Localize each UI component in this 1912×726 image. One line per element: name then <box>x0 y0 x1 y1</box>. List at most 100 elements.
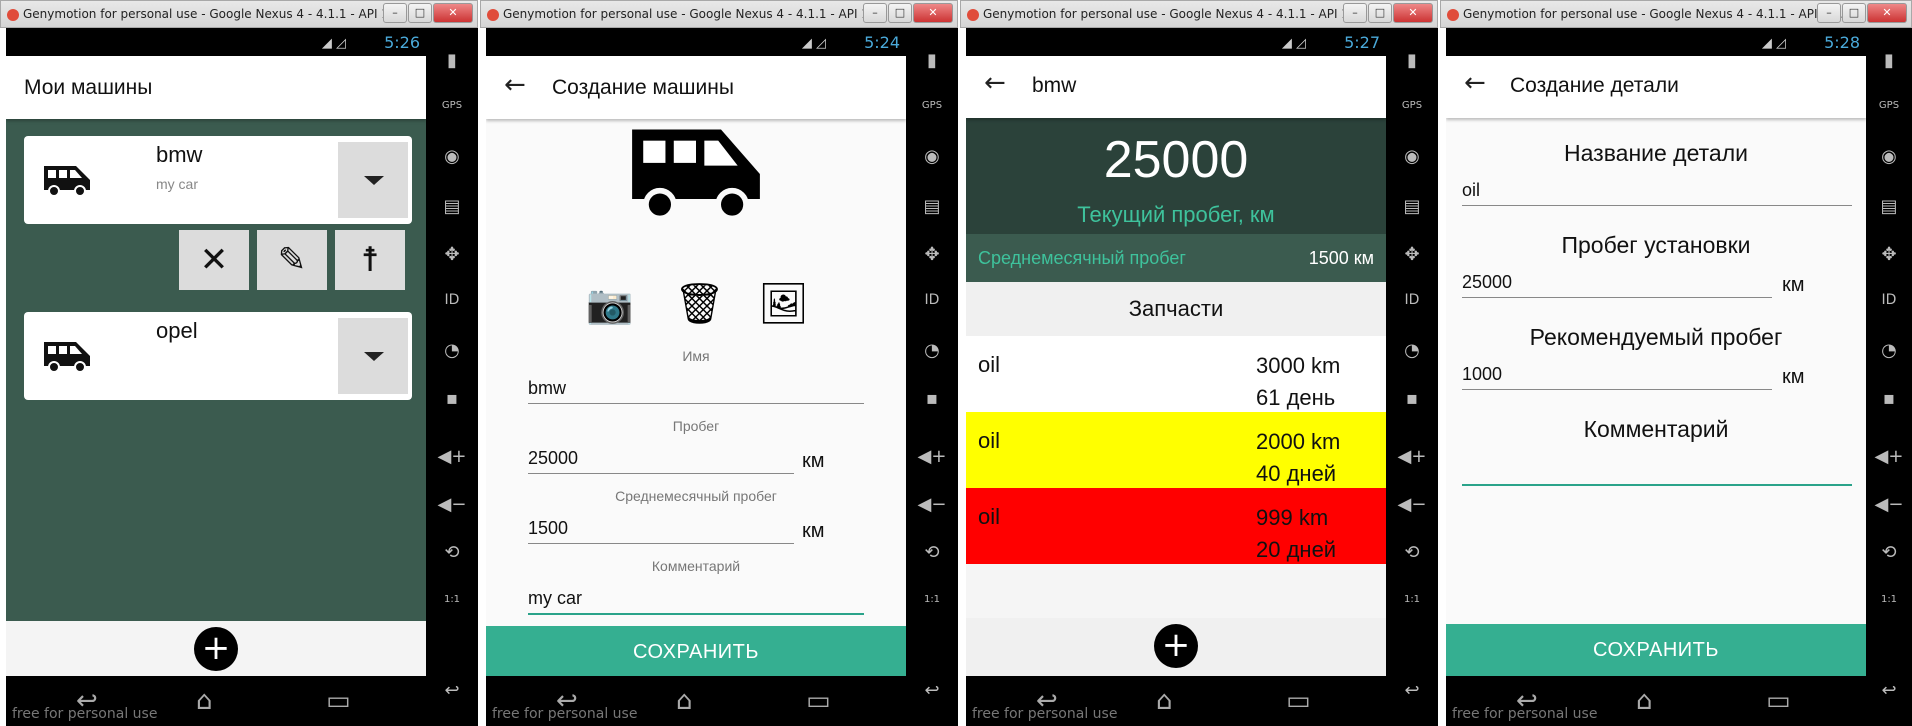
expand-dropdown-button[interactable] <box>338 318 408 394</box>
volume-up-icon[interactable]: ◀+ <box>1386 446 1438 467</box>
video-icon[interactable]: ▤ <box>1866 196 1912 217</box>
back-arrow-icon[interactable]: ← <box>504 70 526 100</box>
window-titlebar[interactable]: Genymotion for personal use - Google Nex… <box>480 0 958 28</box>
id-icon[interactable]: ID <box>906 292 958 308</box>
gps-icon[interactable]: GPS <box>426 100 478 111</box>
recents-nav-icon[interactable]: ▭ <box>806 686 831 716</box>
minimize-button[interactable]: – <box>1817 3 1841 23</box>
gps-icon[interactable]: GPS <box>1866 100 1912 111</box>
mileage-input[interactable]: 25000 <box>528 448 794 474</box>
sms-icon[interactable]: ▪ <box>1866 388 1912 409</box>
maximize-button[interactable]: □ <box>408 3 432 23</box>
save-button[interactable]: СОХРАНИТЬ <box>1446 624 1866 676</box>
cast-icon[interactable]: ◔ <box>1386 340 1438 361</box>
sms-icon[interactable]: ▪ <box>906 388 958 409</box>
gps-icon[interactable]: GPS <box>1386 100 1438 111</box>
id-icon[interactable]: ID <box>1386 292 1438 308</box>
sms-icon[interactable]: ▪ <box>426 388 478 409</box>
camera-icon[interactable]: ◉ <box>906 146 958 167</box>
monthly-mileage-input[interactable]: 1500 <box>528 518 794 544</box>
scale-icon[interactable]: 1:1 <box>906 594 958 605</box>
add-car-button[interactable]: + <box>194 627 238 671</box>
home-nav-icon[interactable]: ⌂ <box>196 686 213 716</box>
maximize-button[interactable]: □ <box>888 3 912 23</box>
add-photo-icon[interactable]: 📷 <box>586 282 633 327</box>
volume-down-icon[interactable]: ◀− <box>1866 494 1912 515</box>
comment-input[interactable] <box>1462 456 1852 486</box>
id-icon[interactable]: ID <box>1866 292 1912 308</box>
edit-button[interactable]: ✎ <box>257 230 327 290</box>
volume-up-icon[interactable]: ◀+ <box>906 446 958 467</box>
rotate-icon[interactable]: ⟲ <box>426 542 478 563</box>
save-button[interactable]: СОХРАНИТЬ <box>486 626 906 676</box>
window-titlebar[interactable]: Genymotion for personal use - Google Nex… <box>0 0 478 28</box>
back-arrow-icon[interactable]: ← <box>984 68 1006 98</box>
back-arrow-icon[interactable]: ← <box>1464 68 1486 98</box>
camera-icon[interactable]: ◉ <box>1386 146 1438 167</box>
scale-icon[interactable]: 1:1 <box>1866 594 1912 605</box>
back-icon[interactable]: ↩ <box>1866 680 1912 701</box>
accessibility-button[interactable]: ☨ <box>335 230 405 290</box>
close-button[interactable]: ✕ <box>1867 3 1907 23</box>
move-icon[interactable]: ✥ <box>426 244 478 265</box>
cast-icon[interactable]: ◔ <box>906 340 958 361</box>
expand-dropdown-button[interactable] <box>338 142 408 218</box>
scale-icon[interactable]: 1:1 <box>1386 594 1438 605</box>
back-icon[interactable]: ↩ <box>426 680 478 701</box>
camera-icon[interactable]: ◉ <box>426 146 478 167</box>
part-row[interactable]: oil 999 km 20 дней <box>966 488 1386 564</box>
volume-down-icon[interactable]: ◀− <box>1386 494 1438 515</box>
close-button[interactable]: ✕ <box>1393 3 1433 23</box>
install-mileage-input[interactable]: 25000 <box>1462 272 1772 298</box>
window-titlebar[interactable]: Genymotion for personal use - Google Nex… <box>1440 0 1912 28</box>
home-nav-icon[interactable]: ⌂ <box>676 686 693 716</box>
cast-icon[interactable]: ◔ <box>1866 340 1912 361</box>
close-button[interactable]: ✕ <box>913 3 953 23</box>
recents-nav-icon[interactable]: ▭ <box>326 686 351 716</box>
window-titlebar[interactable]: Genymotion for personal use - Google Nex… <box>960 0 1438 28</box>
add-part-button[interactable]: + <box>1154 624 1198 668</box>
car-card-bmw[interactable]: bmw my car <box>24 136 412 224</box>
part-row[interactable]: oil 3000 km 61 день <box>966 336 1386 412</box>
volume-up-icon[interactable]: ◀+ <box>426 446 478 467</box>
scale-icon[interactable]: 1:1 <box>426 594 478 605</box>
maximize-button[interactable]: □ <box>1368 3 1392 23</box>
close-button[interactable]: ✕ <box>433 3 473 23</box>
battery-icon[interactable]: ▮ <box>906 50 958 71</box>
car-card-opel[interactable]: opel <box>24 312 412 400</box>
recents-nav-icon[interactable]: ▭ <box>1286 686 1311 716</box>
cast-icon[interactable]: ◔ <box>426 340 478 361</box>
gallery-icon[interactable]: 🖼 <box>758 280 809 327</box>
part-row[interactable]: oil 2000 km 40 дней <box>966 412 1386 488</box>
gps-icon[interactable]: GPS <box>906 100 958 111</box>
back-icon[interactable]: ↩ <box>1386 680 1438 701</box>
rotate-icon[interactable]: ⟲ <box>1866 542 1912 563</box>
id-icon[interactable]: ID <box>426 292 478 308</box>
rotate-icon[interactable]: ⟲ <box>906 542 958 563</box>
battery-icon[interactable]: ▮ <box>1386 50 1438 71</box>
back-icon[interactable]: ↩ <box>906 680 958 701</box>
minimize-button[interactable]: – <box>383 3 407 23</box>
minimize-button[interactable]: – <box>863 3 887 23</box>
delete-button[interactable]: ✕ <box>179 230 249 290</box>
maximize-button[interactable]: □ <box>1842 3 1866 23</box>
battery-icon[interactable]: ▮ <box>1866 50 1912 71</box>
battery-icon[interactable]: ▮ <box>426 50 478 71</box>
video-icon[interactable]: ▤ <box>426 196 478 217</box>
camera-icon[interactable]: ◉ <box>1866 146 1912 167</box>
volume-down-icon[interactable]: ◀− <box>426 494 478 515</box>
recents-nav-icon[interactable]: ▭ <box>1766 686 1791 716</box>
rotate-icon[interactable]: ⟲ <box>1386 542 1438 563</box>
recommended-mileage-input[interactable]: 1000 <box>1462 364 1772 390</box>
move-icon[interactable]: ✥ <box>1866 244 1912 265</box>
move-icon[interactable]: ✥ <box>906 244 958 265</box>
video-icon[interactable]: ▤ <box>906 196 958 217</box>
home-nav-icon[interactable]: ⌂ <box>1636 686 1653 716</box>
volume-down-icon[interactable]: ◀− <box>906 494 958 515</box>
part-name-input[interactable]: oil <box>1462 180 1852 206</box>
video-icon[interactable]: ▤ <box>1386 196 1438 217</box>
delete-photo-icon[interactable]: 🗑 <box>674 280 725 327</box>
home-nav-icon[interactable]: ⌂ <box>1156 686 1173 716</box>
name-input[interactable]: bmw <box>528 378 864 404</box>
volume-up-icon[interactable]: ◀+ <box>1866 446 1912 467</box>
